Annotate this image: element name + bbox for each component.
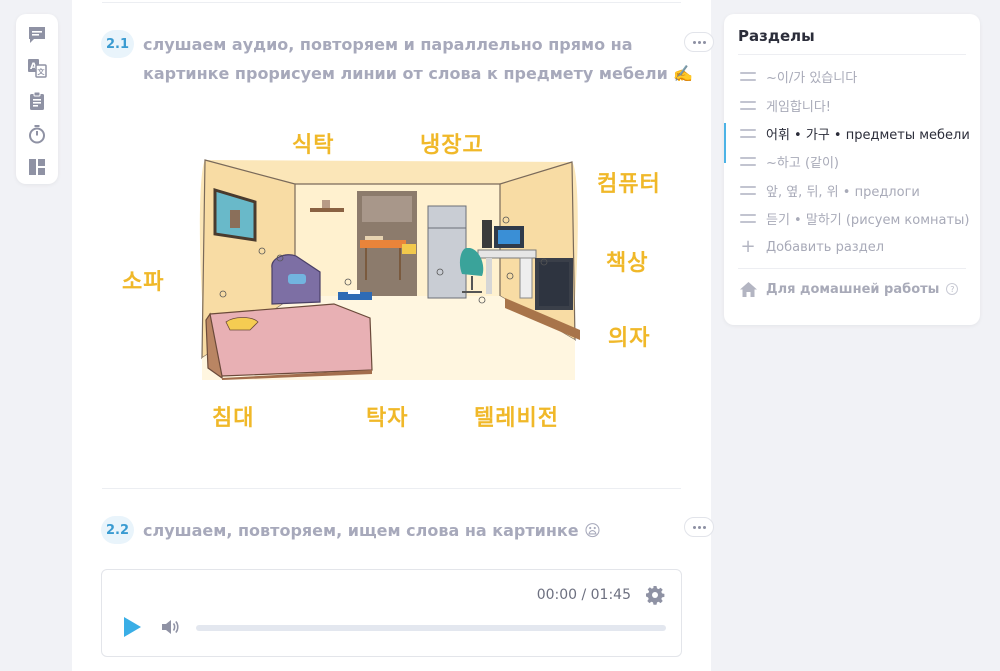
- drag-handle-icon[interactable]: [740, 128, 756, 138]
- play-icon[interactable]: [122, 616, 142, 638]
- section-item-label: ~이/가 있습니다: [766, 70, 858, 86]
- clipboard-button[interactable]: [26, 90, 48, 112]
- chat-button[interactable]: [26, 24, 48, 46]
- timer-icon: [29, 125, 45, 144]
- drag-handle-icon[interactable]: [740, 156, 756, 166]
- clipboard-icon: [30, 91, 44, 110]
- label-chimdae: 침대: [212, 406, 255, 431]
- divider: [738, 54, 966, 55]
- audio-progress-bar[interactable]: [196, 625, 666, 631]
- divider: [102, 2, 681, 3]
- section-item[interactable]: 듣기 • 말하기 (рисуем комнаты): [724, 204, 980, 232]
- translate-icon: A文: [28, 59, 47, 78]
- section-item-label: 게임합니다!: [766, 99, 832, 115]
- drag-handle-icon[interactable]: [740, 185, 756, 195]
- label-siktak: 식탁: [292, 133, 335, 158]
- sections-panel: Разделы ~이/가 있습니다 게임합니다! 어휘 • 가구 • предм…: [724, 14, 980, 325]
- layout-icon: [29, 159, 45, 175]
- volume-icon[interactable]: [160, 617, 180, 637]
- settings-gear-icon[interactable]: [645, 585, 665, 605]
- chat-icon: [29, 27, 45, 43]
- lesson-content: 2.1 слушаем аудио, повторяем и параллель…: [72, 0, 714, 671]
- section-title: слушаем, повторяем, ищем слова на картин…: [143, 521, 601, 540]
- section-number: 2.1: [101, 30, 134, 58]
- section-item-label: ~하고 (같이): [766, 155, 840, 171]
- add-section-label: Добавить раздел: [766, 239, 884, 255]
- label-naengjanggo: 냉장고: [420, 133, 484, 158]
- section-item-label: 앞, 옆, 뒤, 위 • предлоги: [766, 184, 920, 200]
- label-uija: 의자: [608, 326, 651, 351]
- svg-text:文: 文: [38, 67, 46, 76]
- label-keompyuteo: 컴퓨터: [597, 172, 661, 197]
- section-item[interactable]: 앞, 옆, 뒤, 위 • предлоги: [724, 176, 980, 204]
- section-more-button[interactable]: [684, 32, 714, 52]
- label-sofa: 소파: [122, 270, 165, 295]
- label-tellebijeon: 텔레비전: [474, 406, 559, 431]
- home-icon: [740, 281, 757, 297]
- section-number: 2.2: [101, 516, 134, 544]
- layout-button[interactable]: [26, 156, 48, 178]
- section-title-line: картинке прорисуем линии от слова к пред…: [143, 64, 694, 83]
- room-illustration: [110, 108, 670, 443]
- label-chaeksang: 책상: [606, 251, 649, 276]
- drag-handle-icon[interactable]: [740, 213, 756, 223]
- add-section-button[interactable]: + Добавить раздел: [724, 233, 980, 261]
- section-title-line: слушаем аудио, повторяем и параллельно п…: [143, 35, 633, 54]
- section-more-button[interactable]: [684, 517, 714, 537]
- left-toolbar: A文: [16, 14, 58, 184]
- homework-label: Для домашней работы: [766, 281, 940, 297]
- plus-icon: +: [740, 236, 756, 257]
- section-item[interactable]: ~이/가 있습니다: [724, 62, 980, 90]
- drag-handle-icon[interactable]: [740, 71, 756, 81]
- section-divider: [102, 488, 681, 489]
- homework-item[interactable]: Для домашней работы ?: [740, 278, 959, 300]
- sections-title: Разделы: [738, 27, 815, 45]
- section-item-label: 듣기 • 말하기 (рисуем комнаты): [766, 212, 970, 228]
- timer-button[interactable]: [26, 123, 48, 145]
- audio-time: 00:00 / 01:45: [536, 587, 631, 603]
- section-title: слушаем аудио, повторяем и параллельно п…: [143, 30, 693, 88]
- translate-button[interactable]: A文: [26, 57, 48, 79]
- section-item-label: 어휘 • 가구 • предметы мебели: [766, 127, 970, 143]
- divider: [738, 268, 966, 269]
- drag-handle-icon[interactable]: [740, 100, 756, 110]
- section-item[interactable]: ~하고 (같이): [724, 147, 980, 175]
- room-picture: [199, 159, 580, 380]
- help-icon[interactable]: ?: [946, 283, 959, 295]
- section-item-active[interactable]: 어휘 • 가구 • предметы мебели: [724, 119, 980, 163]
- label-takja: 탁자: [366, 406, 409, 431]
- audio-player: 00:00 / 01:45: [101, 569, 682, 657]
- section-item[interactable]: 게임합니다!: [724, 91, 980, 119]
